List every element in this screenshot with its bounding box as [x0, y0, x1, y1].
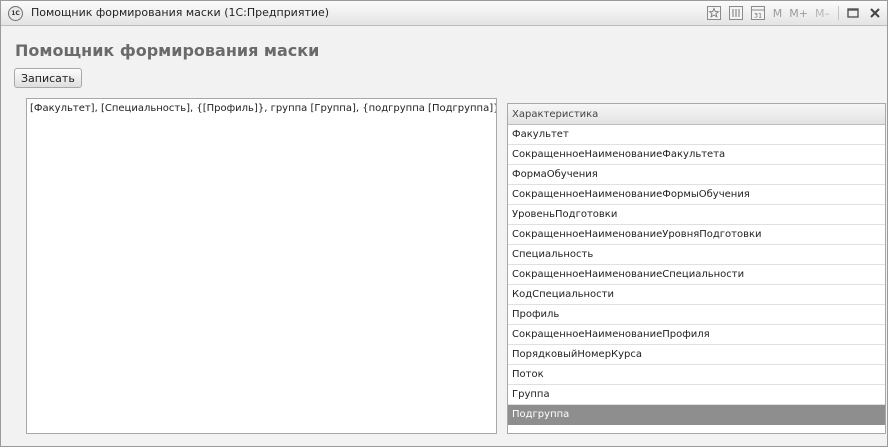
memory-add-button[interactable]: M+: [789, 5, 808, 21]
table-row[interactable]: КодСпециальности: [508, 285, 885, 305]
title-bar: 1С Помощник формирования маски (1С:Предп…: [1, 1, 887, 26]
table-row[interactable]: УровеньПодготовки: [508, 205, 885, 225]
table-row[interactable]: ФормаОбучения: [508, 165, 885, 185]
calculator-icon[interactable]: [728, 5, 744, 21]
close-icon[interactable]: [867, 5, 883, 21]
title-toolbar: 31 M M+ M–: [700, 4, 883, 22]
app-logo-icon: 1С: [8, 6, 23, 21]
table-row[interactable]: Поток: [508, 365, 885, 385]
favorite-icon[interactable]: [706, 5, 722, 21]
maximize-icon[interactable]: [845, 5, 861, 21]
table-row[interactable]: ПорядковыйНомерКурса: [508, 345, 885, 365]
table-row[interactable]: Специальность: [508, 245, 885, 265]
save-button[interactable]: Записать: [14, 68, 82, 88]
table-row[interactable]: СокращенноеНаименованиеПрофиля: [508, 325, 885, 345]
mask-text-field[interactable]: [Факультет], [Специальность], {[Профиль]…: [26, 98, 497, 434]
memory-subtract-button[interactable]: M–: [815, 5, 830, 21]
table-row[interactable]: СокращенноеНаименованиеФормыОбучения: [508, 185, 885, 205]
characteristics-table[interactable]: Характеристика Факультет СокращенноеНаим…: [507, 103, 886, 434]
window-title: Помощник формирования маски (1С:Предприя…: [31, 6, 330, 19]
toolbar-divider: [838, 6, 839, 20]
memory-store-button[interactable]: M: [773, 5, 783, 21]
table-row[interactable]: СокращенноеНаименованиеСпециальности: [508, 265, 885, 285]
table-row[interactable]: Факультет: [508, 125, 885, 145]
app-window: 1С Помощник формирования маски (1С:Предп…: [0, 0, 888, 447]
column-header-characteristic[interactable]: Характеристика: [508, 104, 885, 125]
table-row[interactable]: Группа: [508, 385, 885, 405]
table-row[interactable]: СокращенноеНаименованиеУровняПодготовки: [508, 225, 885, 245]
table-row[interactable]: Профиль: [508, 305, 885, 325]
calendar-icon[interactable]: 31: [750, 5, 766, 21]
form-title: Помощник формирования маски: [15, 41, 320, 60]
table-row-selected[interactable]: Подгруппа: [508, 405, 885, 425]
table-row[interactable]: СокращенноеНаименованиеФакультета: [508, 145, 885, 165]
svg-text:31: 31: [754, 12, 762, 20]
